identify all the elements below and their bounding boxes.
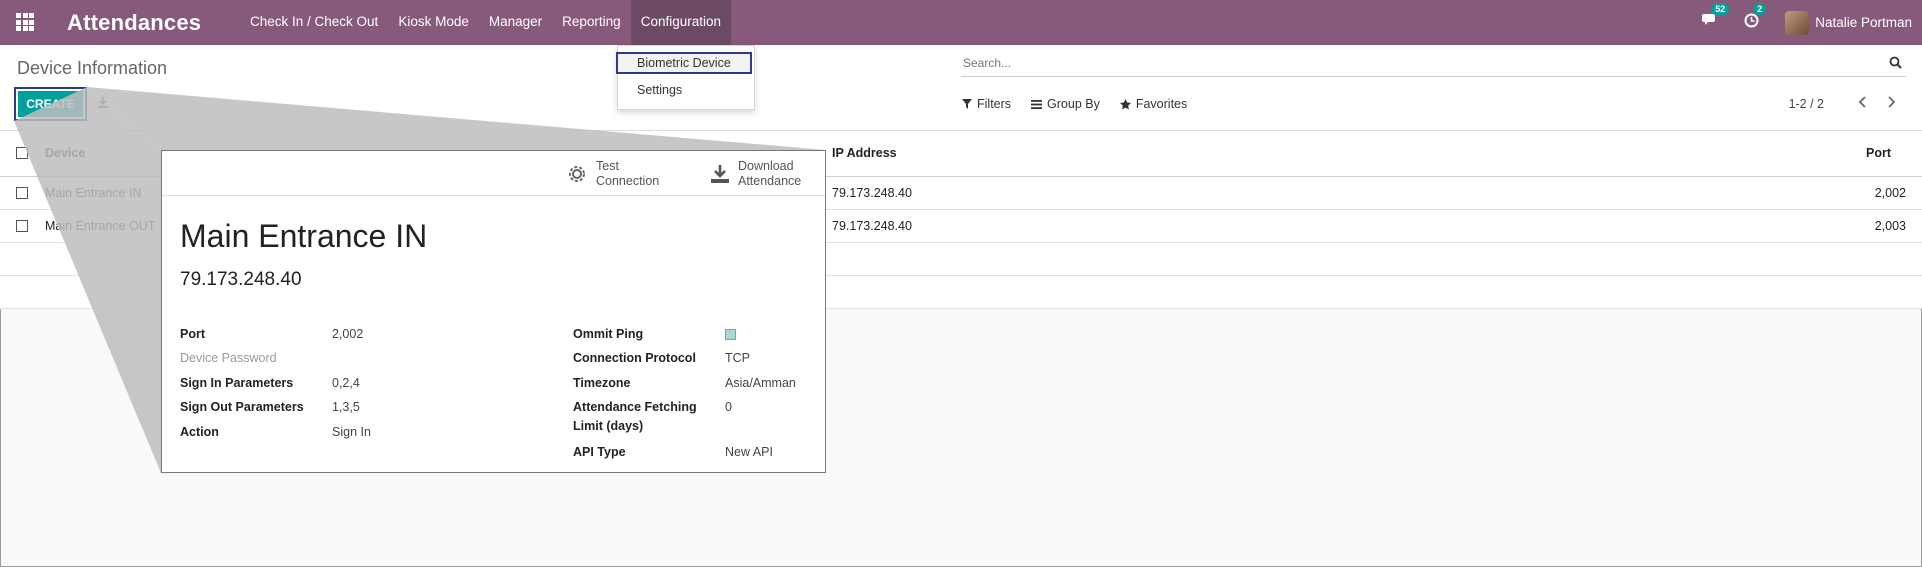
port: 2,003 [1874, 219, 1906, 233]
test-label-1: Test [596, 159, 619, 173]
menu-item-biometric-device[interactable]: Biometric Device [616, 52, 752, 74]
download-icon[interactable] [97, 96, 109, 109]
device-name: Main Entrance IN [45, 186, 142, 200]
menu-configuration[interactable]: Configuration [630, 0, 732, 45]
pager-value[interactable]: 1-2 / 2 [1789, 97, 1824, 111]
download-label-2: Attendance [738, 174, 802, 188]
search-icon[interactable] [1889, 56, 1902, 69]
timezone-value[interactable]: Asia/Amman [725, 376, 796, 390]
create-button[interactable]: CREATE [18, 91, 83, 117]
search-options: Filters Group By Favorites [962, 97, 1207, 111]
api-type-value[interactable]: New API [725, 445, 773, 459]
device-name-title: Main Entrance IN [180, 218, 428, 254]
device-ip-subtitle: 79.173.248.40 [180, 269, 302, 290]
menu-reporting[interactable]: Reporting [552, 0, 631, 45]
messages-badge: 52 [1711, 3, 1730, 15]
search-bar [961, 54, 1906, 77]
protocol-label: Connection Protocol [573, 351, 696, 365]
favorites-label: Favorites [1135, 97, 1188, 111]
menu-item-settings[interactable]: Settings [618, 83, 773, 97]
user-name[interactable]: Natalie Portman [1815, 15, 1912, 30]
filter-icon [962, 99, 972, 109]
ommit-ping-label: Ommit Ping [573, 327, 644, 341]
port-value[interactable]: 2,002 [332, 327, 363, 341]
download-icon [711, 165, 729, 183]
row-checkbox[interactable] [16, 220, 28, 232]
systray: 52 2 Natalie Portman [1702, 0, 1922, 45]
activities-button[interactable]: 2 [1744, 2, 1767, 33]
protocol-value[interactable]: TCP [725, 351, 750, 365]
column-port[interactable]: Port [1866, 146, 1891, 160]
apps-menu-icon[interactable] [16, 13, 34, 31]
button-box: Test Connection Download Attendance [162, 151, 825, 196]
ip-address: 79.173.248.40 [832, 186, 912, 200]
sign-out-params-value[interactable]: 1,3,5 [332, 400, 360, 414]
column-device[interactable]: Device [45, 146, 85, 160]
breadcrumb: Device Information [17, 58, 168, 78]
port: 2,002 [1874, 186, 1906, 200]
select-all-checkbox[interactable] [16, 147, 28, 159]
search-input[interactable] [961, 55, 1865, 71]
chat-icon [1702, 14, 1716, 25]
column-ip-address[interactable]: IP Address [832, 146, 897, 160]
ip-address: 79.173.248.40 [832, 219, 912, 233]
activities-badge: 2 [1753, 2, 1767, 15]
timezone-label: Timezone [573, 376, 631, 390]
avatar[interactable] [1785, 10, 1810, 35]
app-title: Attendances [67, 10, 202, 35]
filters-label: Filters [977, 97, 1012, 111]
favorites-button[interactable]: Favorites [1119, 97, 1188, 111]
group-by-button[interactable]: Group By [1031, 97, 1100, 111]
create-button-highlight: CREATE [14, 87, 87, 121]
device-name: Main Entrance OUT [45, 219, 156, 233]
top-navbar: Attendances Check In / Check Out Kiosk M… [0, 0, 1922, 45]
chevron-left-icon[interactable] [1856, 95, 1870, 109]
fetch-limit-label-1: Attendance Fetching [573, 400, 697, 414]
list-icon [1031, 99, 1043, 109]
filters-button[interactable]: Filters [962, 97, 1011, 111]
star-icon [1119, 98, 1131, 109]
test-connection-button[interactable]: Test Connection [566, 159, 659, 189]
api-type-label: API Type [573, 445, 626, 459]
device-detail-popup: Test Connection Download Attendance Main… [161, 150, 826, 473]
configuration-dropdown: Biometric Device Settings [616, 45, 755, 110]
clock-icon [1744, 13, 1759, 27]
row-checkbox[interactable] [16, 187, 28, 199]
password-label: Device Password [180, 351, 277, 365]
menu-manager[interactable]: Manager [479, 0, 552, 45]
main-menu: Check In / Check Out Kiosk Mode Manager … [240, 0, 732, 45]
fetch-limit-value[interactable]: 0 [725, 400, 732, 414]
sign-in-params-label: Sign In Parameters [180, 376, 294, 390]
fetch-limit-label-2: Limit (days) [573, 419, 644, 433]
ommit-ping-checkbox[interactable] [725, 329, 736, 340]
action-value[interactable]: Sign In [332, 425, 371, 439]
test-label-2: Connection [596, 174, 660, 188]
messages-button[interactable]: 52 [1702, 3, 1730, 32]
action-label: Action [180, 425, 219, 439]
menu-check-in-out[interactable]: Check In / Check Out [240, 0, 388, 45]
sign-out-params-label: Sign Out Parameters [180, 400, 304, 414]
group-by-label: Group By [1047, 97, 1100, 111]
chevron-right-icon[interactable] [1884, 95, 1898, 109]
gear-icon [569, 166, 585, 182]
sign-in-params-value[interactable]: 0,2,4 [332, 376, 360, 390]
menu-kiosk-mode[interactable]: Kiosk Mode [388, 0, 479, 45]
download-attendance-button[interactable]: Download Attendance [710, 159, 801, 189]
port-label: Port [180, 327, 205, 341]
download-label-1: Download [738, 159, 794, 173]
